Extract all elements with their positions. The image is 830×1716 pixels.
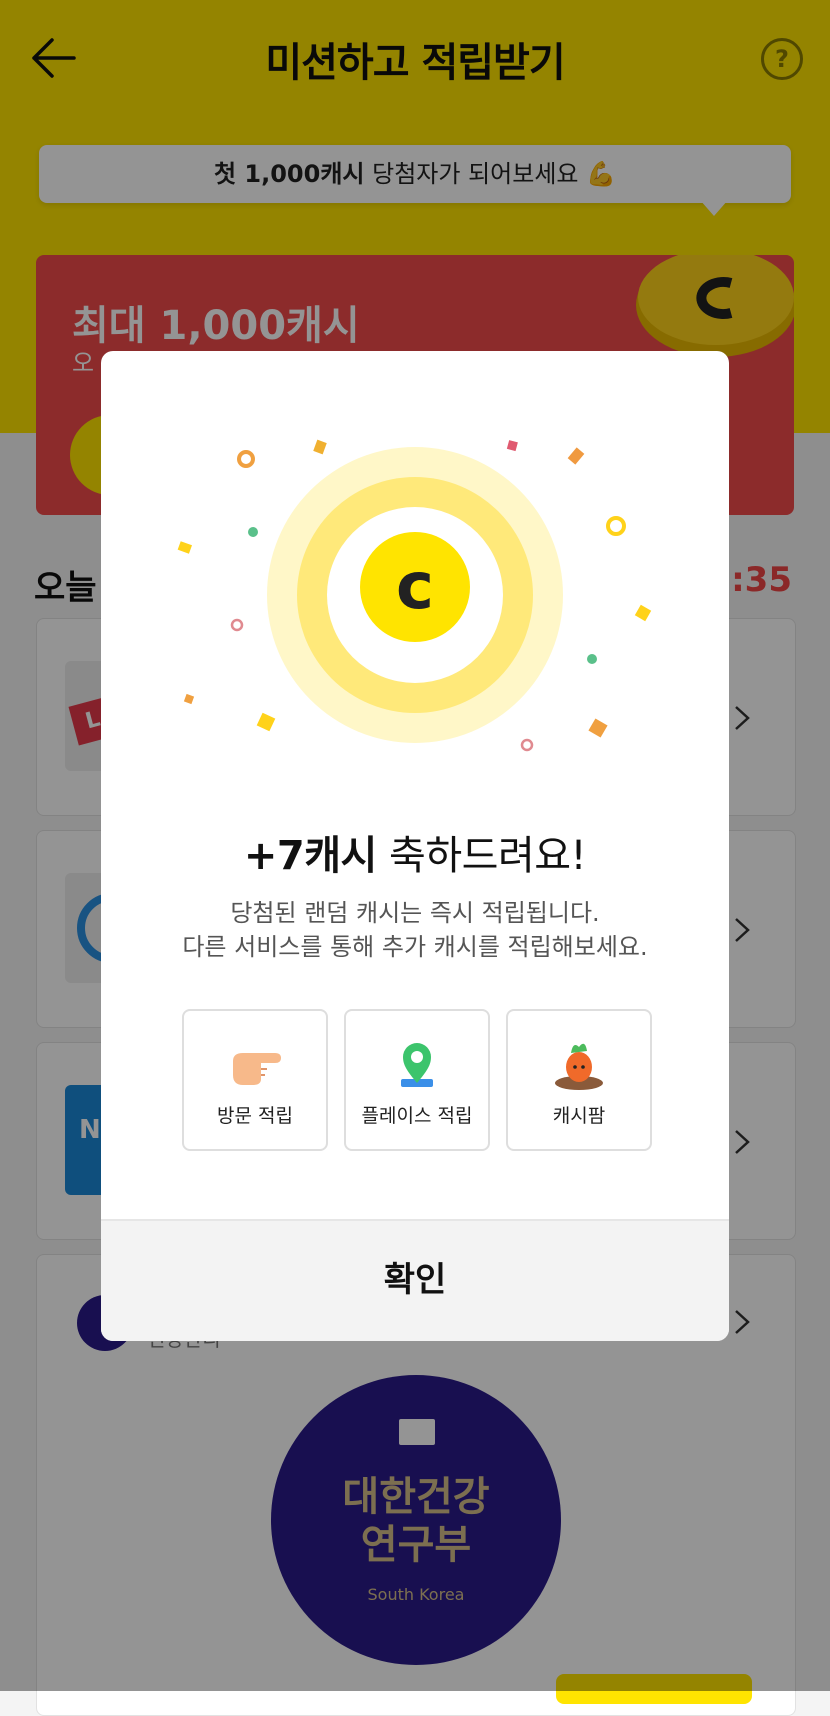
modal-description: 당첨된 랜덤 캐시는 즉시 적립됩니다. 다른 서비스를 통해 추가 캐시를 적…: [101, 896, 729, 964]
coin-celebration-icon: c: [177, 439, 652, 752]
modal-desc-line2: 다른 서비스를 통해 추가 캐시를 적립해보세요.: [182, 933, 648, 961]
modal-title: +7캐시 축하드려요!: [101, 823, 729, 881]
coin-letter: c: [396, 550, 434, 624]
pointing-hand-icon: [233, 1053, 281, 1085]
modal-title-text: 축하드려요!: [376, 833, 587, 879]
cash-farm-button[interactable]: 캐시팜: [506, 1009, 652, 1151]
reward-modal: c +7캐시 축하드려요! 당첨된 랜덤 캐시는 즉시 적립됩니다. 다른 서비…: [101, 351, 729, 1341]
map-pin-icon: [401, 1043, 433, 1087]
service-label: 플레이스 적립: [361, 1105, 473, 1127]
modal-desc-line1: 당첨된 랜덤 캐시는 즉시 적립됩니다.: [230, 899, 600, 927]
place-reward-button[interactable]: 플레이스 적립: [344, 1009, 490, 1151]
modal-title-amount: +7캐시: [243, 833, 377, 879]
carrot-icon: [555, 1043, 603, 1090]
confirm-button[interactable]: 확인: [101, 1219, 729, 1341]
service-label: 방문 적립: [217, 1105, 293, 1127]
visit-reward-button[interactable]: 방문 적립: [182, 1009, 328, 1151]
service-label: 캐시팜: [552, 1105, 606, 1127]
